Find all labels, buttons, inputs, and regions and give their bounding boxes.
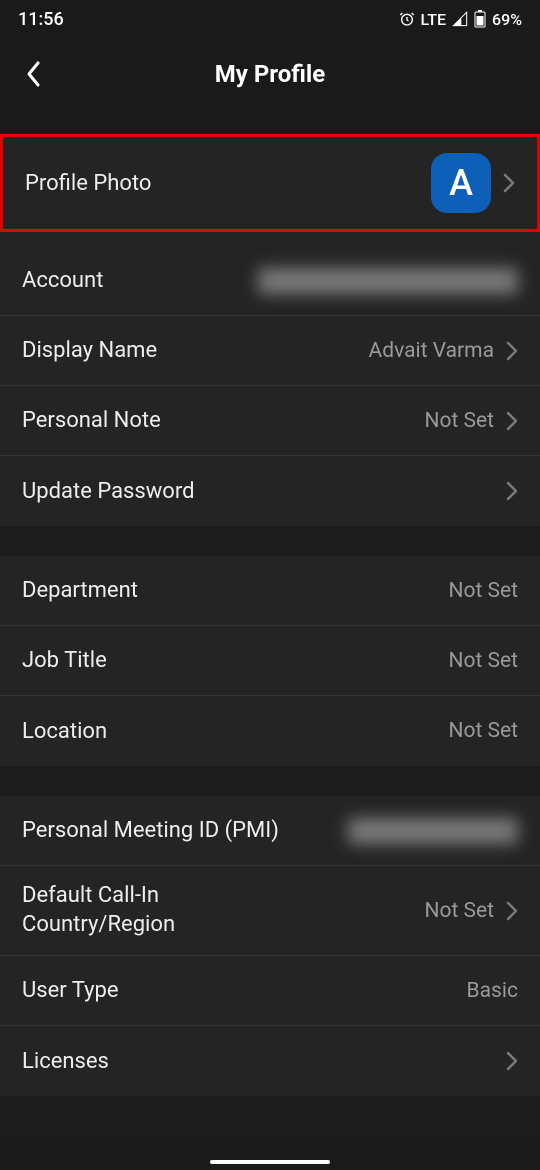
signal-icon <box>452 11 468 27</box>
chevron-right-icon <box>506 481 518 501</box>
display-name-value: Advait Varma <box>369 339 494 363</box>
callin-label: Default Call-InCountry/Region <box>22 882 175 939</box>
profile-section: Profile Photo A Account Display Name Adv… <box>0 134 540 526</box>
avatar: A <box>431 153 491 213</box>
callin-value: Not Set <box>424 899 494 923</box>
account-row[interactable]: Account <box>0 246 540 316</box>
status-bar: 11:56 LTE 69% <box>0 0 540 38</box>
back-button[interactable] <box>18 59 48 89</box>
alarm-icon <box>399 11 415 27</box>
status-time: 11:56 <box>18 9 64 30</box>
personal-note-label: Personal Note <box>22 408 161 433</box>
location-label: Location <box>22 719 107 744</box>
location-row[interactable]: Location Not Set <box>0 696 540 766</box>
department-value: Not Set <box>448 579 518 603</box>
pmi-row[interactable]: Personal Meeting ID (PMI) <box>0 796 540 866</box>
account-label: Account <box>22 268 103 293</box>
job-title-label: Job Title <box>22 648 107 673</box>
job-title-value: Not Set <box>448 649 518 673</box>
page-title: My Profile <box>215 60 325 88</box>
update-password-row[interactable]: Update Password <box>0 456 540 526</box>
chevron-right-icon <box>503 173 515 193</box>
chevron-left-icon <box>26 61 40 87</box>
display-name-row[interactable]: Display Name Advait Varma <box>0 316 540 386</box>
callin-row[interactable]: Default Call-InCountry/Region Not Set <box>0 866 540 956</box>
job-title-row[interactable]: Job Title Not Set <box>0 626 540 696</box>
user-type-label: User Type <box>22 978 119 1003</box>
licenses-label: Licenses <box>22 1049 109 1074</box>
user-type-row[interactable]: User Type Basic <box>0 956 540 1026</box>
personal-note-row[interactable]: Personal Note Not Set <box>0 386 540 456</box>
meeting-section: Personal Meeting ID (PMI) Default Call-I… <box>0 796 540 1096</box>
user-type-value: Basic <box>467 979 518 1003</box>
location-value: Not Set <box>448 719 518 743</box>
battery-percent: 69% <box>492 10 522 29</box>
pmi-label: Personal Meeting ID (PMI) <box>22 818 279 843</box>
chevron-right-icon <box>506 411 518 431</box>
profile-photo-label: Profile Photo <box>25 171 151 196</box>
licenses-row[interactable]: Licenses <box>0 1026 540 1096</box>
personal-note-value: Not Set <box>424 409 494 433</box>
home-indicator[interactable] <box>210 1160 330 1164</box>
chevron-right-icon <box>506 341 518 361</box>
account-value-redacted <box>258 268 518 294</box>
department-label: Department <box>22 578 138 603</box>
battery-icon <box>474 10 486 28</box>
update-password-label: Update Password <box>22 479 195 504</box>
chevron-right-icon <box>506 1051 518 1071</box>
display-name-label: Display Name <box>22 338 157 363</box>
chevron-right-icon <box>506 901 518 921</box>
status-indicators: LTE 69% <box>399 10 522 29</box>
profile-photo-row[interactable]: Profile Photo A <box>0 134 540 232</box>
network-type: LTE <box>421 10 446 29</box>
work-section: Department Not Set Job Title Not Set Loc… <box>0 556 540 766</box>
department-row[interactable]: Department Not Set <box>0 556 540 626</box>
pmi-value-redacted <box>348 818 518 844</box>
app-header: My Profile <box>0 38 540 110</box>
